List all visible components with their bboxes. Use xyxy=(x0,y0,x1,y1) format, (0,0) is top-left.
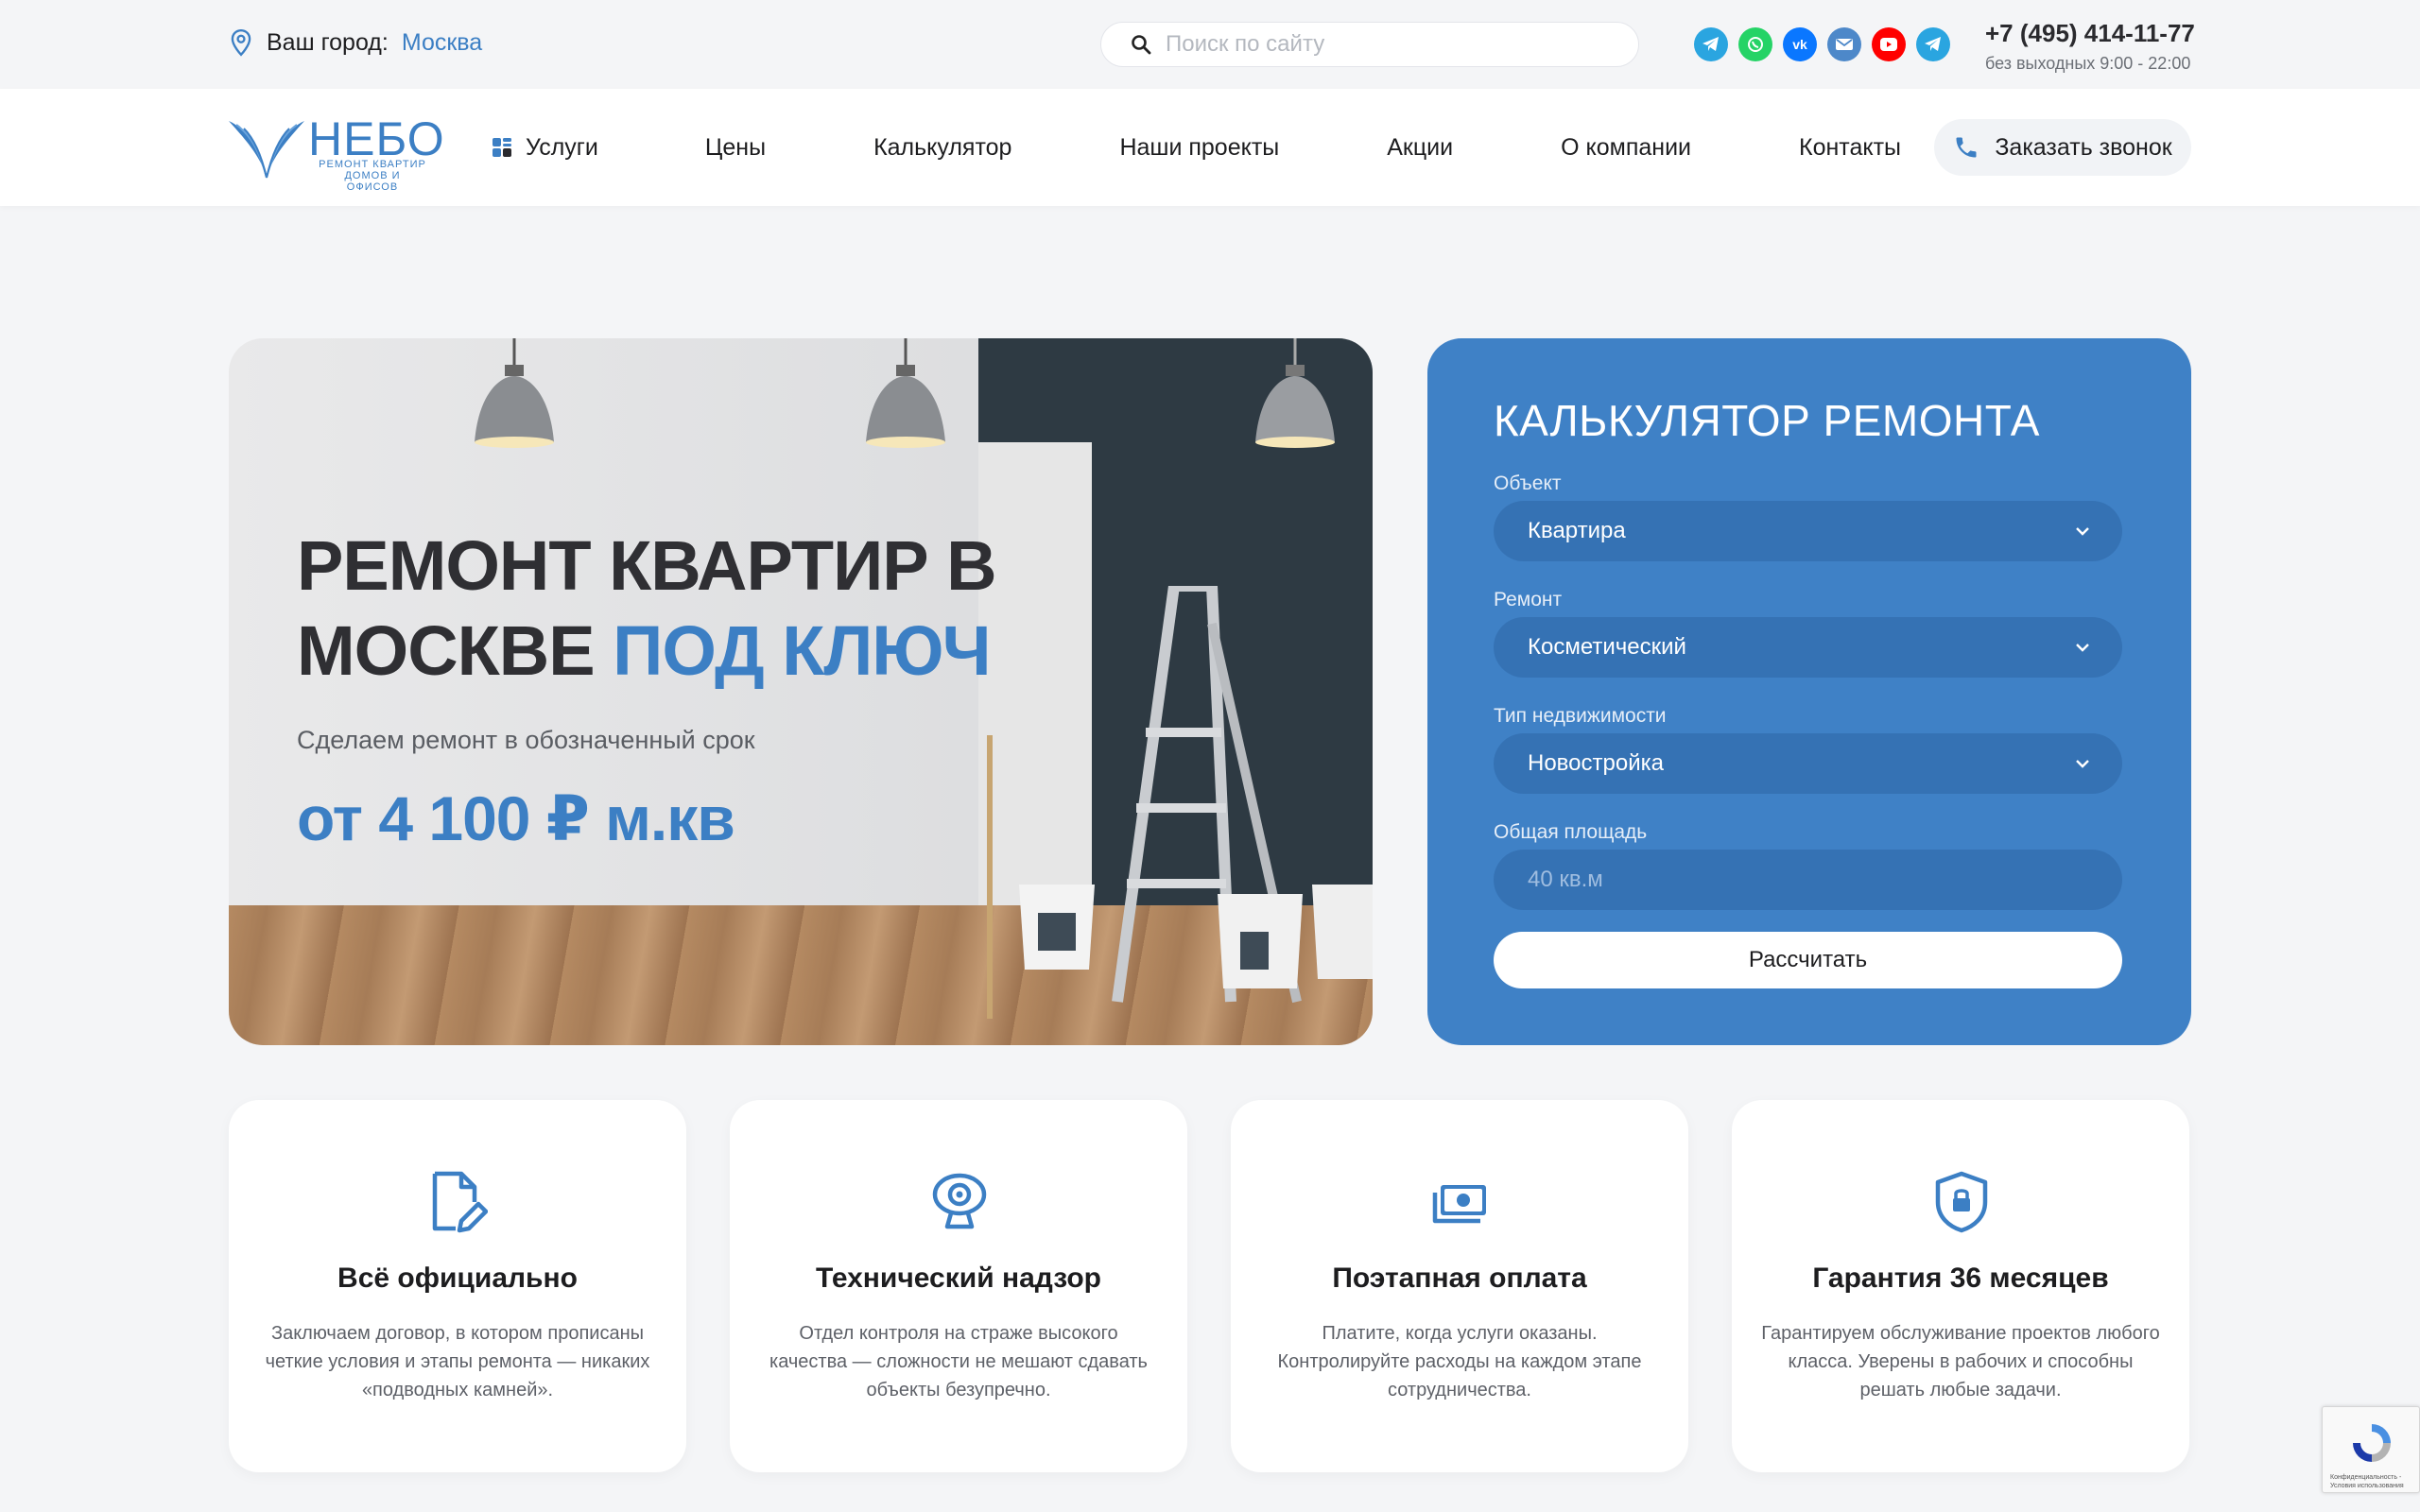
logo[interactable]: НЕБО РЕМОНТ КВАРТИР ДОМОВ И ОФИСОВ xyxy=(227,112,444,193)
calculator-title: КАЛЬКУЛЯТОР РЕМОНТА xyxy=(1494,396,2040,445)
property-value: Новостройка xyxy=(1528,750,1664,776)
wings-logo-icon xyxy=(229,121,304,179)
repair-select[interactable]: Косметический xyxy=(1494,617,2122,678)
nav-services[interactable]: Услуги xyxy=(492,134,598,162)
property-select[interactable]: Новостройка xyxy=(1494,733,2122,794)
mail-icon[interactable] xyxy=(1827,27,1861,61)
contact-phone: +7 (495) 414-11-77 без выходных 9:00 - 2… xyxy=(1985,19,2195,74)
telegram-icon[interactable] xyxy=(1694,27,1728,61)
main-navbar: НЕБО РЕМОНТ КВАРТИР ДОМОВ И ОФИСОВ Услуг… xyxy=(0,89,2420,206)
hero-title-accent: ПОД КЛЮЧ xyxy=(613,611,991,690)
nav-services-label: Услуги xyxy=(526,133,598,161)
chevron-down-icon xyxy=(2076,760,2089,768)
grid-menu-icon xyxy=(493,138,511,157)
feature-text: Заключаем договор, в котором прописаны ч… xyxy=(265,1323,650,1400)
pendant-lamp-icon xyxy=(1255,338,1335,448)
recaptcha-icon xyxy=(2353,1424,2391,1462)
hero-title-line2: МОСКВЕ ПОД КЛЮЧ xyxy=(297,609,1015,694)
feature-card-warranty: Гарантия 36 месяцев Гарантируем обслужив… xyxy=(1732,1100,2189,1472)
youtube-icon[interactable] xyxy=(1872,27,1906,61)
nav-contacts[interactable]: Контакты xyxy=(1799,134,1901,162)
city-selector[interactable]: Ваш город: Москва xyxy=(229,28,482,57)
object-select[interactable]: Квартира xyxy=(1494,501,2122,561)
feature-text: Отдел контроля на страже высокого качест… xyxy=(769,1323,1148,1400)
nav-prices[interactable]: Цены xyxy=(705,134,766,162)
feature-title: Гарантия 36 месяцев xyxy=(1812,1263,2109,1294)
hero-title-line1: РЕМОНТ КВАРТИР В xyxy=(297,526,997,605)
recaptcha-badge[interactable]: Конфиденциальность - Условия использован… xyxy=(2322,1406,2420,1493)
paint-roller-icon xyxy=(987,735,993,1019)
chevron-down-icon xyxy=(2076,644,2089,652)
money-icon xyxy=(1432,1185,1486,1224)
search-box[interactable] xyxy=(1100,22,1639,67)
webcam-icon xyxy=(932,1173,987,1229)
chevron-down-icon xyxy=(2076,527,2089,536)
repair-calculator: КАЛЬКУЛЯТОР РЕМОНТА Объект Квартира Ремо… xyxy=(1427,338,2191,1045)
property-label: Тип недвижимости xyxy=(1494,705,1667,727)
hero-subtitle: Сделаем ремонт в обозначенный срок xyxy=(297,726,755,754)
feature-card-official: Всё официально Заключаем договор, в кото… xyxy=(229,1100,686,1472)
repair-label: Ремонт xyxy=(1494,589,1563,610)
nav-promo[interactable]: Акции xyxy=(1387,134,1453,162)
working-hours: без выходных 9:00 - 22:00 xyxy=(1985,54,2191,73)
whatsapp-icon[interactable] xyxy=(1738,27,1772,61)
object-label: Объект xyxy=(1494,472,1562,494)
calculate-button[interactable]: Рассчитать xyxy=(1494,932,2122,988)
feature-title: Всё официально xyxy=(337,1263,578,1294)
feature-card-supervision: Технический надзор Отдел контроля на стр… xyxy=(730,1100,1187,1472)
vk-icon[interactable]: vk xyxy=(1783,27,1817,61)
feature-title: Технический надзор xyxy=(815,1263,1102,1294)
hero-banner: РЕМОНТ КВАРТИР В МОСКВЕ ПОД КЛЮЧ Сделаем… xyxy=(229,338,1373,1045)
feature-card-payment: Поэтапная оплата Платите, когда услуги о… xyxy=(1231,1100,1688,1472)
callback-button[interactable]: Заказать звонок xyxy=(1934,119,2191,176)
location-pin-icon xyxy=(231,28,251,57)
paint-buckets-icon xyxy=(1019,885,1373,988)
nav-about[interactable]: О компании xyxy=(1561,134,1691,162)
hero-price: от 4 100 ₽ м.кв xyxy=(297,783,735,853)
telegram-icon[interactable] xyxy=(1916,27,1950,61)
object-value: Квартира xyxy=(1528,518,1626,543)
social-links: vk xyxy=(1694,27,1950,61)
nav-projects[interactable]: Наши проекты xyxy=(1119,134,1279,162)
nav-menu: Услуги Цены Калькулятор Наши проекты Акц… xyxy=(492,89,1901,206)
logo-subtitle: РЕМОНТ КВАРТИР ДОМОВ И ОФИСОВ xyxy=(318,159,427,193)
top-bar: Ваш город: Москва vk +7 (495) 414-11-77 … xyxy=(0,0,2420,89)
nav-calculator[interactable]: Калькулятор xyxy=(873,134,1011,162)
search-icon xyxy=(1132,35,1151,55)
area-input[interactable] xyxy=(1494,850,2122,910)
city-label: Ваш город: xyxy=(267,28,389,56)
feature-text: Платите, когда услуги оказаны. Контролир… xyxy=(1277,1323,1642,1400)
repair-value: Косметический xyxy=(1528,634,1686,660)
recaptcha-terms[interactable]: Условия использования xyxy=(2330,1482,2404,1490)
logo-subtitle-line2: ДОМОВ И ОФИСОВ xyxy=(344,170,401,193)
recaptcha-text: Конфиденциальность - Условия использован… xyxy=(2330,1473,2404,1490)
hero-title-plain: МОСКВЕ xyxy=(297,611,614,690)
feature-title: Поэтапная оплата xyxy=(1332,1263,1587,1294)
phone-icon xyxy=(1956,137,1977,158)
logo-subtitle-line1: РЕМОНТ КВАРТИР xyxy=(319,159,426,170)
area-label: Общая площадь xyxy=(1494,821,1648,843)
search-input[interactable] xyxy=(1166,31,1619,58)
pendant-lamp-icon xyxy=(866,338,945,448)
document-edit-icon xyxy=(432,1171,488,1233)
hero-title: РЕМОНТ КВАРТИР В МОСКВЕ ПОД КЛЮЧ xyxy=(297,524,1015,694)
recaptcha-privacy[interactable]: Конфиденциальность - xyxy=(2330,1473,2404,1482)
pendant-lamp-icon xyxy=(475,338,554,448)
feature-text: Гарантируем обслуживание проектов любого… xyxy=(1761,1323,2160,1400)
city-value[interactable]: Москва xyxy=(402,29,482,57)
phone-number[interactable]: +7 (495) 414-11-77 xyxy=(1985,19,2195,48)
shield-lock-icon xyxy=(1935,1171,1988,1233)
callback-label: Заказать звонок xyxy=(1995,133,2172,161)
